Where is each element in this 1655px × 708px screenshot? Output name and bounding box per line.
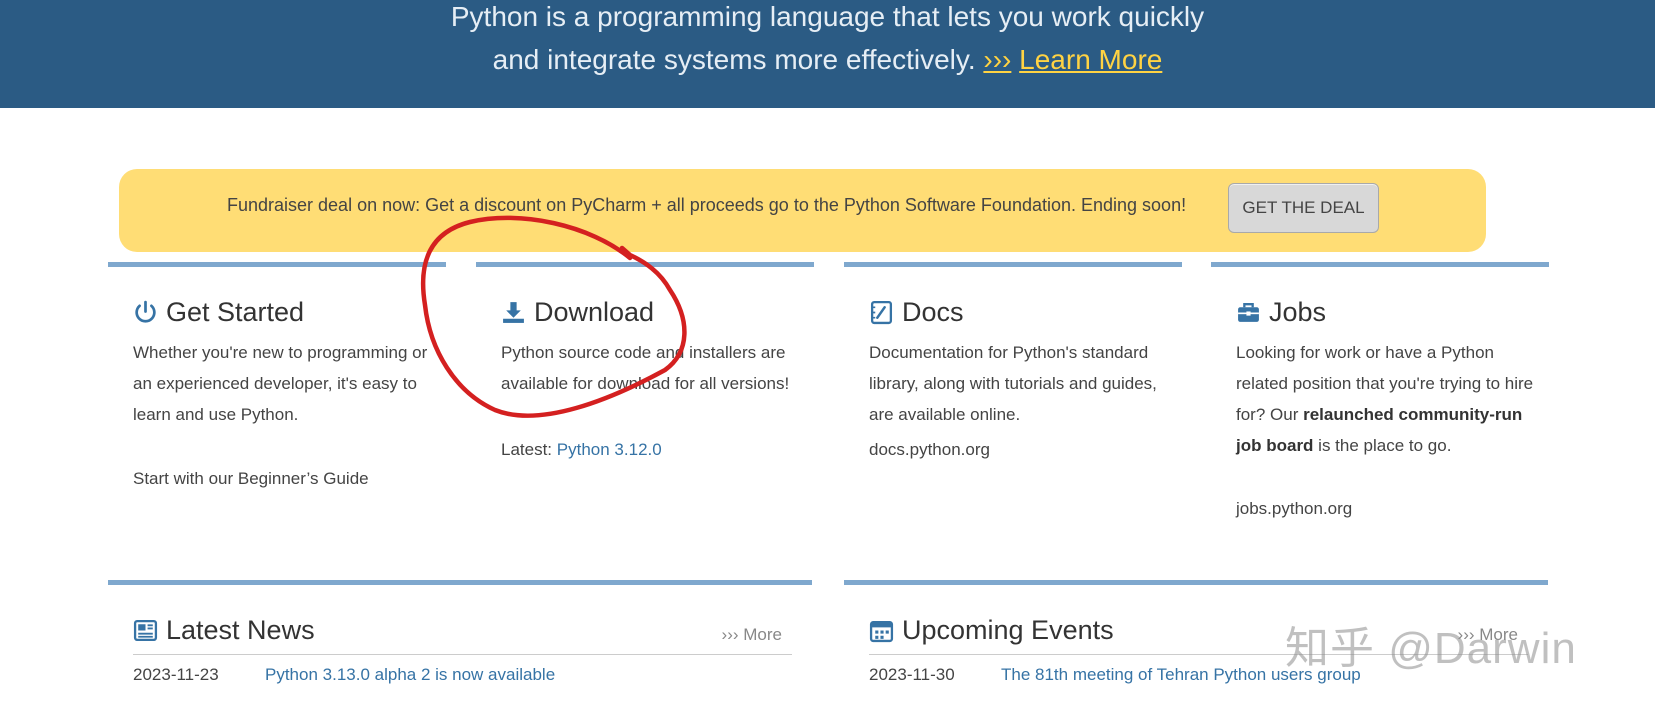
fundraiser-banner: Fundraiser deal on now: Get a discount o… xyxy=(119,169,1486,252)
calendar-icon xyxy=(869,621,894,643)
chevron-icon[interactable]: ››› xyxy=(983,44,1011,75)
event-item-date: 2023-11-30 xyxy=(869,665,955,684)
news-more-link[interactable]: ››› More xyxy=(722,625,782,645)
widget-title-docs-text: Docs xyxy=(902,297,964,327)
widget-desc-get-started: Whether you're new to programming or an … xyxy=(133,343,428,424)
latest-release-link[interactable]: Python 3.12.0 xyxy=(557,440,662,459)
widget-desc-docs: Documentation for Python's standard libr… xyxy=(869,343,1157,424)
news-item-link[interactable]: Python 3.13.0 alpha 2 is now available xyxy=(265,665,555,684)
widget-title-get-started: Get Started xyxy=(133,297,304,328)
widget-title-download-text: Download xyxy=(534,297,655,327)
latest-news-section: Latest News ››› More 2023-11-23 Python 3.… xyxy=(108,580,812,708)
docs-icon xyxy=(870,300,893,325)
widget-title-download: Download xyxy=(501,297,654,328)
latest-news-title: Latest News xyxy=(133,615,315,646)
download-icon xyxy=(503,302,524,323)
news-item-date: 2023-11-23 xyxy=(133,665,219,684)
watermark: 知乎 @Darwin xyxy=(1285,624,1577,673)
widget-docs: Docs Documentation for Python's standard… xyxy=(844,262,1182,552)
widget-download: Download Python source code and installe… xyxy=(476,262,814,552)
learn-more-link[interactable]: Learn More xyxy=(1019,44,1162,75)
widget-get-started: Get Started Whether you're new to progra… xyxy=(108,262,446,552)
latest-news-title-text: Latest News xyxy=(166,615,315,645)
hero-tagline-line2: and integrate systems more effectively. … xyxy=(0,38,1655,81)
widget-title-get-started-text: Get Started xyxy=(166,297,305,327)
docs-link[interactable]: docs.python.org xyxy=(869,440,990,460)
widget-title-jobs: Jobs xyxy=(1236,297,1326,328)
fundraiser-text: Fundraiser deal on now: Get a discount o… xyxy=(227,195,1187,215)
widget-desc-jobs: Looking for work or have a Python relate… xyxy=(1236,337,1536,461)
latest-release: Latest: Python 3.12.0 xyxy=(501,440,662,460)
widget-jobs: Jobs Looking for work or have a Python r… xyxy=(1211,262,1549,552)
hero-tagline-line1: Python is a programming language that le… xyxy=(450,1,1205,32)
jobs-link[interactable]: jobs.python.org xyxy=(1236,499,1352,519)
widget-title-jobs-text: Jobs xyxy=(1269,297,1327,327)
jobs-desc-post: is the place to go. xyxy=(1313,436,1452,455)
upcoming-events-title: Upcoming Events xyxy=(869,615,1114,646)
upcoming-events-title-text: Upcoming Events xyxy=(902,615,1114,645)
news-divider xyxy=(133,654,792,655)
widget-title-docs: Docs xyxy=(869,297,964,328)
news-item: 2023-11-23 Python 3.13.0 alpha 2 is now a… xyxy=(133,665,555,685)
newspaper-icon xyxy=(133,619,158,642)
briefcase-icon xyxy=(1238,303,1259,322)
latest-label: Latest: xyxy=(501,440,553,459)
hero-banner: Python is a programming language that le… xyxy=(0,0,1655,108)
widget-desc-download: Python source code and installers are av… xyxy=(501,343,790,393)
hero-tagline-line2-text: and integrate systems more effectively. xyxy=(492,44,976,75)
beginners-guide-link[interactable]: Start with our Beginner’s Guide xyxy=(133,469,369,489)
power-icon xyxy=(135,300,156,323)
get-the-deal-button[interactable]: GET THE DEAL xyxy=(1228,183,1379,233)
